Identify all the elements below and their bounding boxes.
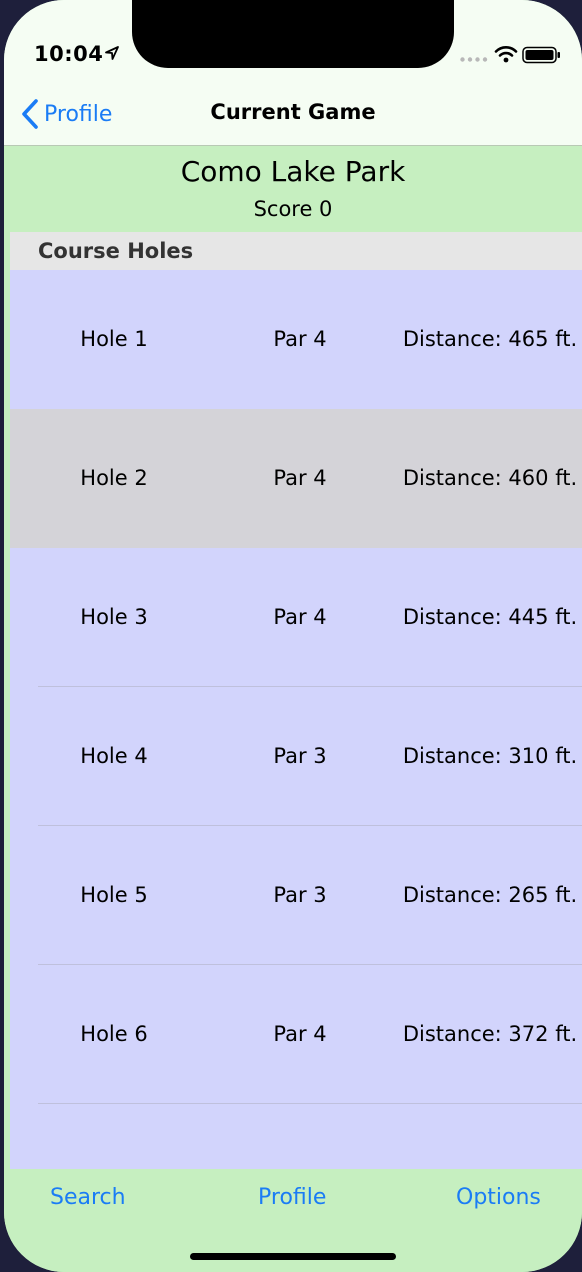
location-arrow-icon [105, 46, 119, 60]
section-header: Course Holes [10, 232, 582, 270]
hole-par: Par 3 [273, 744, 327, 768]
hole-row-6[interactable]: Hole 6 Par 4 Distance: 372 ft. [10, 965, 582, 1104]
row-separator [38, 1103, 582, 1104]
tab-options[interactable]: Options [456, 1185, 541, 1210]
hole-par: Par 4 [273, 327, 327, 351]
wifi-icon [494, 46, 518, 63]
status-time: 10:04 [34, 42, 104, 66]
hole-number: Hole 2 [80, 466, 148, 490]
holes-table[interactable]: Course Holes Hole 1 Par 4 Distance: 465 … [10, 232, 582, 1169]
hole-number: Hole 3 [80, 605, 148, 629]
hole-par: Par 4 [273, 1022, 327, 1046]
phone-screen: 10:04 Profile Current Game Como Lake Par… [4, 0, 582, 1272]
signal-dots-icon [460, 57, 488, 62]
hole-number: Hole 1 [80, 327, 148, 351]
hole-distance: Distance: 460 ft. [402, 466, 578, 490]
hole-row-1[interactable]: Hole 1 Par 4 Distance: 465 ft. [10, 270, 582, 409]
hole-row-5[interactable]: Hole 5 Par 3 Distance: 265 ft. [10, 826, 582, 965]
hole-distance: Distance: 265 ft. [402, 883, 578, 907]
hole-row-2[interactable]: Hole 2 Par 4 Distance: 460 ft. [10, 409, 582, 548]
tab-search[interactable]: Search [50, 1185, 126, 1210]
page-title: Current Game [210, 100, 376, 124]
device-notch [132, 0, 454, 68]
hole-number: Hole 5 [80, 883, 148, 907]
hole-distance: Distance: 465 ft. [402, 327, 578, 351]
score-label: Score 0 [253, 197, 333, 221]
hole-distance: Distance: 372 ft. [402, 1022, 578, 1046]
battery-icon [522, 46, 560, 64]
hole-par: Par 4 [273, 466, 327, 490]
hole-row-4[interactable]: Hole 4 Par 3 Distance: 310 ft. [10, 687, 582, 826]
nav-divider [4, 145, 582, 146]
hole-distance: Distance: 445 ft. [402, 605, 578, 629]
course-name: Como Lake Park [180, 155, 406, 188]
tab-profile[interactable]: Profile [258, 1185, 326, 1210]
hole-number: Hole 4 [80, 744, 148, 768]
hole-row-3[interactable]: Hole 3 Par 4 Distance: 445 ft. [10, 548, 582, 687]
hole-par: Par 3 [273, 883, 327, 907]
hole-number: Hole 6 [80, 1022, 148, 1046]
hole-par: Par 4 [273, 605, 327, 629]
home-indicator[interactable] [190, 1253, 396, 1260]
hole-distance: Distance: 310 ft. [402, 744, 578, 768]
